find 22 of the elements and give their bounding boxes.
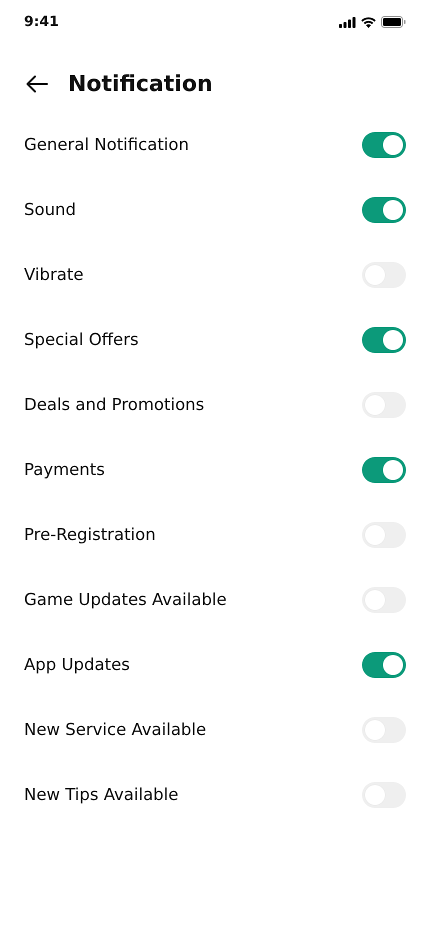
- setting-label: Special Offers: [24, 330, 139, 349]
- wifi-icon: [361, 16, 376, 28]
- toggle-switch[interactable]: [362, 326, 406, 352]
- battery-icon: [381, 16, 406, 28]
- status-time: 9:41: [24, 14, 59, 30]
- setting-label: Deals and Promotions: [24, 395, 204, 414]
- setting-label: Game Updates Available: [24, 590, 227, 609]
- setting-label: New Service Available: [24, 720, 206, 739]
- setting-label: Vibrate: [24, 265, 84, 284]
- setting-label: General Notification: [24, 135, 189, 154]
- setting-label: App Updates: [24, 655, 130, 674]
- signal-icon: [339, 16, 356, 28]
- setting-label: New Tips Available: [24, 785, 178, 804]
- toggle-switch[interactable]: [362, 652, 406, 678]
- back-button[interactable]: [26, 75, 48, 93]
- toggle-switch[interactable]: [362, 132, 406, 158]
- setting-label: Payments: [24, 460, 105, 479]
- toggle-switch[interactable]: [362, 456, 406, 482]
- setting-label: Sound: [24, 200, 76, 219]
- setting-label: Pre-Registration: [24, 525, 156, 544]
- toggle-switch[interactable]: [362, 196, 406, 222]
- page-title: Notification: [68, 72, 213, 96]
